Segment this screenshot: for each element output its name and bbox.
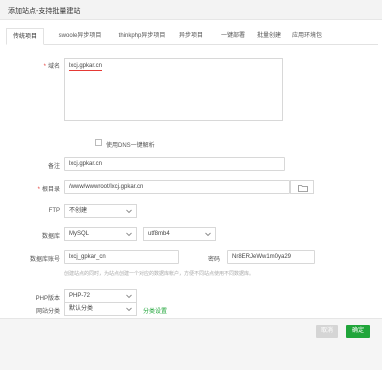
category-value: 默认分类	[69, 306, 94, 312]
chevron-down-icon	[126, 209, 132, 214]
database-label: 数据库	[41, 234, 60, 240]
required-mark: *	[37, 187, 40, 193]
dns-checkbox[interactable]	[95, 139, 102, 146]
folder-icon	[298, 185, 308, 192]
domain-textarea[interactable]: lxcj.gpkar.cn	[64, 58, 283, 121]
db-password-label: 密码	[208, 257, 221, 263]
ftp-select-value: 不创建	[69, 208, 88, 214]
db-account-label: 数据库账号	[29, 257, 60, 263]
root-input[interactable]: /www/wwwroot/lxcj.gpkar.cn	[64, 180, 290, 194]
tab-swoole[interactable]: swoole异步项目	[54, 28, 106, 45]
category-select[interactable]: 默认分类	[64, 302, 137, 316]
database-charset-select[interactable]: utf8mb4	[143, 227, 216, 241]
required-mark: *	[43, 64, 46, 70]
remark-input[interactable]: lxcj.gpkar.cn	[64, 157, 285, 171]
cancel-button[interactable]: 取消	[316, 325, 338, 338]
php-version-select[interactable]: PHP-72	[64, 289, 137, 303]
browse-folder-button[interactable]	[290, 180, 314, 194]
chevron-down-icon	[205, 232, 211, 237]
dialog-title: 添加站点-支持批量建站	[8, 8, 81, 15]
database-type-select[interactable]: MySQL	[64, 227, 137, 241]
database-charset-value: utf8mb4	[148, 231, 170, 237]
tab-async[interactable]: 异步项目	[176, 28, 206, 45]
db-account-input[interactable]: lxcj_gpkar_cn	[64, 250, 179, 264]
ftp-select[interactable]: 不创建	[64, 204, 137, 218]
domain-label: * 域名	[43, 64, 60, 70]
tab-batch-create[interactable]: 批量创建	[254, 28, 284, 45]
ftp-label: FTP	[48, 208, 60, 214]
tab-one-click-deploy[interactable]: 一键部署	[218, 28, 248, 45]
dns-checkbox-label: 使用DNS一键解析	[106, 143, 155, 149]
chevron-down-icon	[126, 307, 132, 312]
dialog-titlebar: 添加站点-支持批量建站	[0, 0, 382, 20]
php-version-value: PHP-72	[69, 293, 91, 299]
remark-label: 备注	[47, 164, 60, 170]
root-label: * 根目录	[37, 187, 60, 193]
tab-app-env[interactable]: 应用环境包	[288, 28, 326, 45]
confirm-button[interactable]: 确定	[346, 325, 370, 338]
database-type-value: MySQL	[69, 231, 90, 237]
db-password-input[interactable]: Nr8ERJeWw1m0ya29	[227, 250, 315, 264]
tab-traditional[interactable]: 传统项目	[6, 28, 44, 45]
category-settings-link[interactable]: 分类设置	[143, 306, 167, 315]
php-label: PHP版本	[35, 296, 60, 302]
chevron-down-icon	[126, 232, 132, 237]
dialog-footer: 取消 确定	[0, 318, 382, 370]
chevron-down-icon	[126, 294, 132, 299]
domain-value: lxcj.gpkar.cn	[69, 63, 103, 71]
category-label: 网站分类	[35, 309, 60, 315]
tab-thinkphp[interactable]: thinkphp异步项目	[114, 28, 170, 45]
db-hint: 创建站点的同时，为站点创建一个对应的数据库帐户，方便不同站点使用不同数据库。	[64, 271, 255, 277]
tab-bar: 传统项目 swoole异步项目 thinkphp异步项目 异步项目 一键部署 批…	[6, 28, 378, 45]
